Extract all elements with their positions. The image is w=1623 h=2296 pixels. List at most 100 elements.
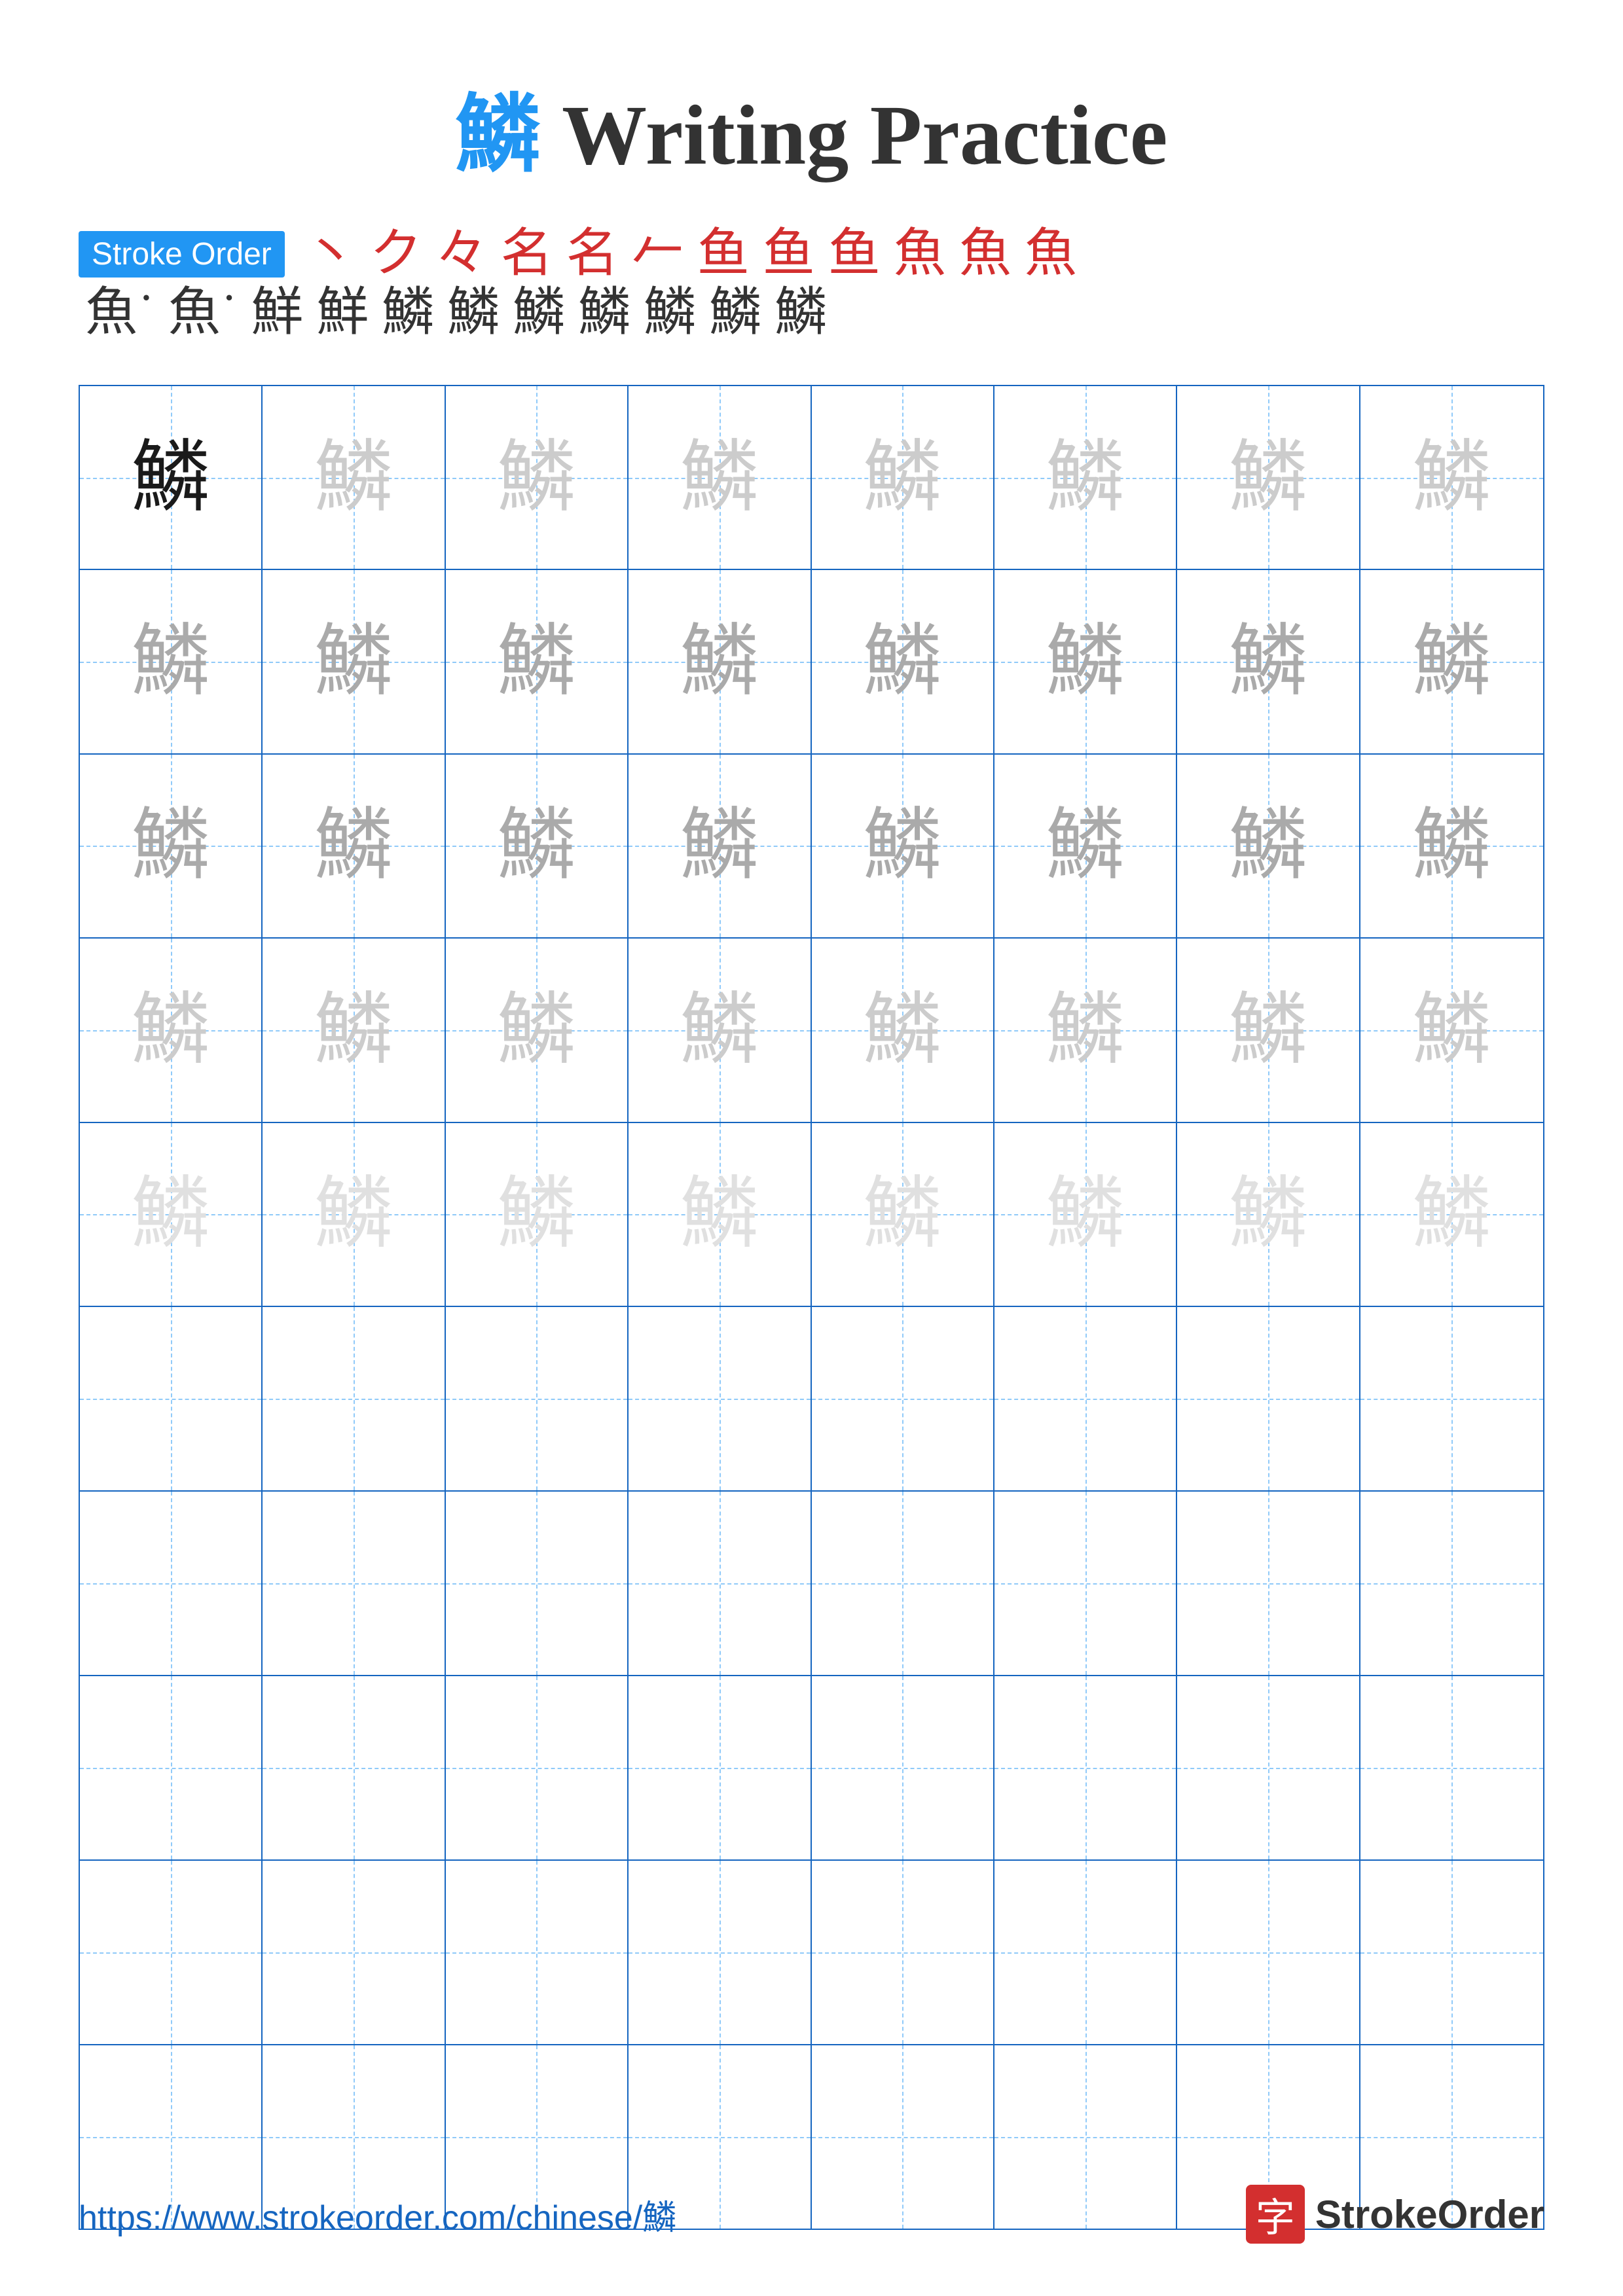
stroke-step-21: 鱗	[644, 287, 696, 339]
grid-cell[interactable]: 鱗	[994, 939, 1177, 1121]
grid-cell[interactable]: 鱗	[1177, 755, 1360, 937]
grid-cell[interactable]: 鱗	[994, 755, 1177, 937]
grid-cell[interactable]	[263, 1676, 445, 1859]
grid-cell[interactable]: 鱗	[812, 570, 994, 753]
stroke-step-11: 魚	[959, 228, 1012, 280]
title-character: 鱗	[456, 88, 541, 183]
practice-char: 鱗	[863, 991, 941, 1069]
grid-cell[interactable]	[812, 1307, 994, 1490]
grid-cell[interactable]	[812, 1492, 994, 1675]
practice-char: 鱗	[314, 806, 393, 885]
grid-cell[interactable]: 鱗	[629, 386, 811, 569]
grid-cell[interactable]: 鱗	[812, 386, 994, 569]
grid-cell[interactable]: 鱗	[263, 939, 445, 1121]
grid-cell[interactable]	[80, 1492, 263, 1675]
grid-cell[interactable]	[263, 1307, 445, 1490]
practice-char: 鱗	[1412, 1175, 1491, 1253]
grid-cell[interactable]	[629, 1676, 811, 1859]
grid-cell[interactable]	[446, 1492, 629, 1675]
grid-cell[interactable]: 鱗	[1360, 939, 1543, 1121]
practice-char: 鱗	[1229, 1175, 1307, 1253]
grid-cell[interactable]: 鱗	[1360, 386, 1543, 569]
grid-cell[interactable]: 鱗	[263, 755, 445, 937]
grid-cell[interactable]	[446, 1861, 629, 2044]
grid-cell[interactable]: 鱗	[1177, 570, 1360, 753]
grid-cell[interactable]: 鱗	[446, 1123, 629, 1306]
grid-cell[interactable]: 鱗	[629, 1123, 811, 1306]
grid-cell[interactable]: 鱗	[263, 570, 445, 753]
practice-char: 鱗	[497, 1175, 575, 1253]
grid-cell[interactable]: 鱗	[80, 386, 263, 569]
stroke-step-17: 鱗	[382, 287, 434, 339]
grid-cell[interactable]	[1177, 1676, 1360, 1859]
grid-cell[interactable]	[812, 1676, 994, 1859]
stroke-step-13: 魚˙	[85, 287, 155, 339]
grid-cell[interactable]	[994, 1307, 1177, 1490]
practice-char: 鱗	[1046, 622, 1125, 701]
grid-cell[interactable]	[812, 1861, 994, 2044]
grid-cell[interactable]: 鱗	[994, 1123, 1177, 1306]
practice-char: 鱗	[497, 806, 575, 885]
grid-cell[interactable]: 鱗	[812, 939, 994, 1121]
grid-cell[interactable]: 鱗	[994, 570, 1177, 753]
grid-cell[interactable]	[994, 1492, 1177, 1675]
grid-cell[interactable]: 鱗	[1177, 1123, 1360, 1306]
stroke-step-3: 々	[435, 228, 488, 280]
grid-cell[interactable]: 鱗	[812, 755, 994, 937]
grid-cell[interactable]: 鱗	[80, 939, 263, 1121]
grid-cell[interactable]	[1177, 1307, 1360, 1490]
grid-cell[interactable]: 鱗	[80, 570, 263, 753]
stroke-order-badge: Stroke Order	[79, 231, 285, 278]
grid-cell[interactable]: 鱗	[446, 755, 629, 937]
grid-cell[interactable]	[80, 1861, 263, 2044]
grid-cell[interactable]: 鱗	[1360, 570, 1543, 753]
practice-char: 鱗	[863, 622, 941, 701]
grid-cell[interactable]	[1360, 1861, 1543, 2044]
stroke-step-19: 鱗	[513, 287, 565, 339]
footer-url[interactable]: https://www.strokeorder.com/chinese/鱗	[79, 2190, 676, 2239]
stroke-step-12: 魚	[1025, 228, 1077, 280]
practice-char: 鱗	[863, 806, 941, 885]
grid-cell[interactable]	[1360, 1492, 1543, 1675]
grid-cell[interactable]	[1177, 1861, 1360, 2044]
grid-cell[interactable]: 鱗	[263, 1123, 445, 1306]
grid-row-5: 鱗 鱗 鱗 鱗 鱗 鱗 鱗 鱗	[80, 1123, 1543, 1307]
grid-cell[interactable]: 鱗	[629, 755, 811, 937]
grid-cell[interactable]	[994, 1861, 1177, 2044]
grid-cell[interactable]	[263, 1492, 445, 1675]
grid-cell[interactable]	[263, 1861, 445, 2044]
grid-cell[interactable]: 鱗	[812, 1123, 994, 1306]
grid-cell[interactable]	[1360, 1676, 1543, 1859]
grid-cell[interactable]	[1360, 1307, 1543, 1490]
grid-cell[interactable]: 鱗	[1360, 1123, 1543, 1306]
grid-cell[interactable]	[629, 1492, 811, 1675]
footer-logo: 字 StrokeOrder	[1246, 2185, 1544, 2244]
practice-char: 鱗	[1229, 991, 1307, 1069]
practice-char: 鱗	[314, 991, 393, 1069]
grid-cell[interactable]: 鱗	[1360, 755, 1543, 937]
practice-char: 鱗	[132, 1175, 210, 1253]
practice-char: 鱗	[680, 1175, 759, 1253]
grid-cell[interactable]: 鱗	[1177, 939, 1360, 1121]
grid-cell[interactable]: 鱗	[263, 386, 445, 569]
grid-cell[interactable]: 鱗	[446, 570, 629, 753]
practice-char: 鱗	[314, 622, 393, 701]
grid-cell[interactable]	[629, 1307, 811, 1490]
grid-cell[interactable]: 鱗	[629, 570, 811, 753]
grid-cell[interactable]: 鱗	[446, 386, 629, 569]
practice-char: 鱗	[132, 439, 210, 517]
grid-cell[interactable]: 鱗	[629, 939, 811, 1121]
grid-cell[interactable]	[629, 1861, 811, 2044]
grid-cell[interactable]: 鱗	[994, 386, 1177, 569]
grid-cell[interactable]	[1177, 1492, 1360, 1675]
grid-cell[interactable]: 鱗	[446, 939, 629, 1121]
grid-cell[interactable]: 鱗	[80, 755, 263, 937]
grid-cell[interactable]: 鱗	[80, 1123, 263, 1306]
grid-cell[interactable]	[80, 1676, 263, 1859]
grid-cell[interactable]	[80, 1307, 263, 1490]
grid-cell[interactable]: 鱗	[1177, 386, 1360, 569]
grid-cell[interactable]	[446, 1307, 629, 1490]
grid-cell[interactable]	[994, 1676, 1177, 1859]
strokeorder-logo-text: StrokeOrder	[1315, 2192, 1544, 2237]
grid-cell[interactable]	[446, 1676, 629, 1859]
